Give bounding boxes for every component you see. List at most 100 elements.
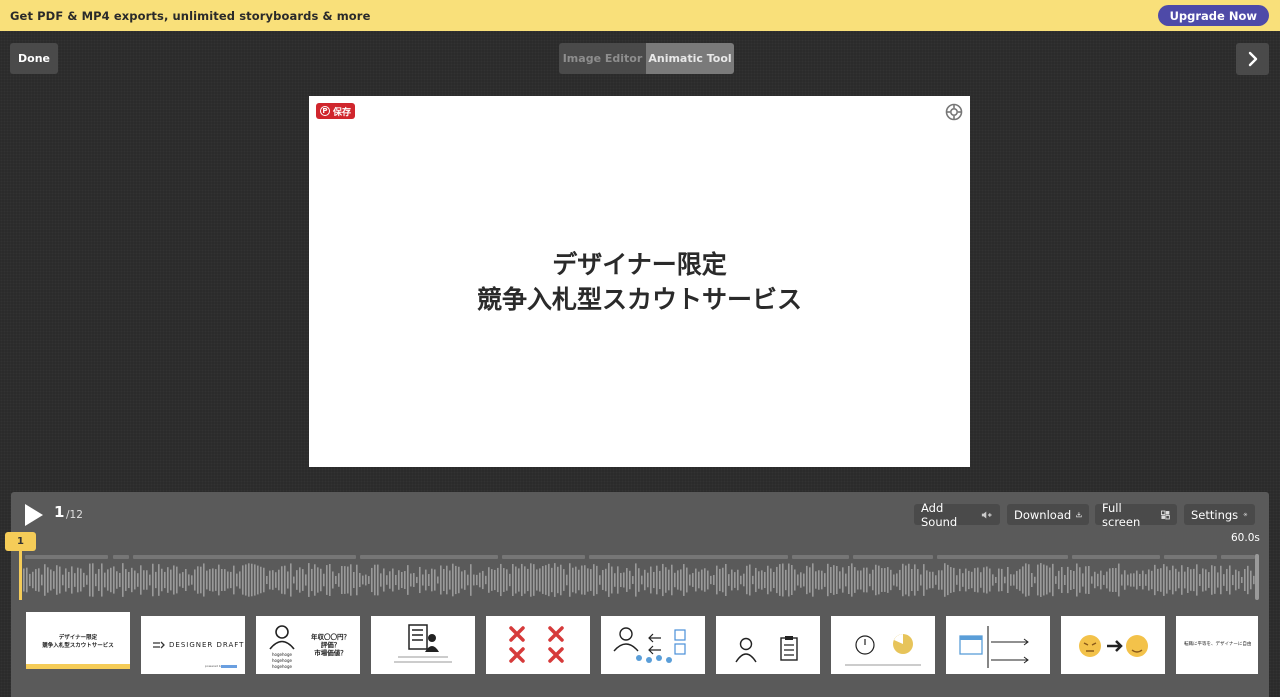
waveform-bar xyxy=(1085,566,1087,594)
waveform-bar xyxy=(596,565,598,595)
waveform-bar xyxy=(1097,573,1099,587)
waveform-bar xyxy=(956,575,958,585)
track-end-handle[interactable] xyxy=(1255,554,1259,600)
stopwatch-pie-icon xyxy=(855,634,913,655)
thumbnail-frame-6[interactable] xyxy=(601,616,705,674)
waveform-bar xyxy=(1232,574,1234,586)
waveform-bar xyxy=(467,574,469,586)
waveform-bar xyxy=(176,566,178,594)
upgrade-now-button[interactable]: Upgrade Now xyxy=(1157,5,1269,26)
question-evaluation: 評価？ xyxy=(320,641,341,649)
waveform-bar xyxy=(464,570,466,590)
waveform-bar xyxy=(1172,565,1174,595)
frame-segment[interactable] xyxy=(1164,555,1217,559)
waveform-bar xyxy=(383,568,385,592)
waveform-bar xyxy=(206,570,208,590)
waveform-bar xyxy=(410,573,412,587)
waveform-bar xyxy=(122,563,124,597)
done-button[interactable]: Done xyxy=(10,43,58,74)
waveform-bar xyxy=(470,564,472,596)
waveform-bar xyxy=(743,573,745,587)
frame-segment[interactable] xyxy=(502,555,585,559)
tab-animatic-tool[interactable]: Animatic Tool xyxy=(646,43,734,74)
crosshair-icon[interactable] xyxy=(945,103,963,121)
promo-banner: Get PDF & MP4 exports, unlimited storybo… xyxy=(0,0,1280,31)
frame-segment[interactable] xyxy=(937,555,1068,559)
waveform-bar xyxy=(545,565,547,595)
waveform-bar xyxy=(563,569,565,591)
speaker-plus-icon xyxy=(981,510,992,519)
waveform-bar xyxy=(839,571,841,589)
waveform-bar xyxy=(491,569,493,591)
frame-segment[interactable] xyxy=(360,555,498,559)
waveform-bar xyxy=(317,567,319,593)
thumbnail-frame-1[interactable]: デザイナー限定 競争入札型スカウトサービス xyxy=(26,612,130,669)
pinterest-save-button[interactable]: P 保存 xyxy=(316,103,356,119)
waveform-bar xyxy=(365,574,367,586)
waveform-bar xyxy=(809,567,811,593)
thumbnail-frame-11[interactable]: 転職に平等を、デザイナーに自由 xyxy=(1176,616,1258,674)
waveform-bar xyxy=(116,571,118,589)
waveform-bar xyxy=(1166,566,1168,594)
waveform-bar xyxy=(1145,574,1147,586)
waveform-bar xyxy=(614,573,616,587)
frame-segment[interactable] xyxy=(589,555,788,559)
waveform-bar xyxy=(560,564,562,596)
waveform-bar xyxy=(752,575,754,585)
thumbnail-frame-4[interactable] xyxy=(371,616,475,674)
waveform-bar xyxy=(356,564,358,596)
waveform-bar xyxy=(824,573,826,587)
waveform-bar xyxy=(635,563,637,597)
waveform-bar xyxy=(56,565,58,595)
frame-segment[interactable] xyxy=(25,555,108,559)
fullscreen-button[interactable]: Full screen xyxy=(1095,501,1177,529)
waveform-bar xyxy=(1241,576,1243,584)
download-button[interactable]: Download xyxy=(1007,504,1089,525)
tab-image-editor[interactable]: Image Editor xyxy=(559,43,646,74)
waveform-bar xyxy=(1103,575,1105,585)
waveform-bar xyxy=(155,571,157,589)
storyboard-canvas[interactable]: P 保存 デザイナー限定 競争入札型スカウトサービス xyxy=(309,96,970,467)
slide-text-lines xyxy=(394,661,452,663)
frame-segment[interactable] xyxy=(1072,555,1160,559)
waveform-bar xyxy=(83,572,85,588)
play-icon[interactable] xyxy=(24,503,44,527)
waveform-bar xyxy=(125,569,127,591)
waveform-bar xyxy=(1028,564,1030,596)
waveform-bar xyxy=(827,563,829,597)
waveform-bar xyxy=(131,567,133,593)
waveform-bar xyxy=(1124,570,1126,590)
thumbnail-frame-7[interactable] xyxy=(716,616,820,674)
waveform-bar xyxy=(671,564,673,596)
waveform-bar xyxy=(1109,568,1111,592)
waveform-bar xyxy=(893,574,895,586)
settings-button[interactable]: Settings xyxy=(1184,504,1255,525)
playhead-marker[interactable]: 1 xyxy=(5,532,36,551)
playhead-line[interactable] xyxy=(19,550,22,600)
next-button[interactable] xyxy=(1236,43,1269,75)
thumbnail-frame-9[interactable] xyxy=(946,616,1050,674)
add-sound-button[interactable]: Add Sound xyxy=(914,501,1000,529)
waveform-bar xyxy=(140,565,142,595)
waveform-bar xyxy=(182,572,184,588)
waveform-bar xyxy=(632,576,634,584)
frame-segment[interactable] xyxy=(792,555,849,559)
thumbnail-frame-8[interactable] xyxy=(831,616,935,674)
waveform-bar xyxy=(941,570,943,590)
waveform-bar xyxy=(422,574,424,586)
waveform-bar xyxy=(164,571,166,589)
thumbnail-frame-2[interactable]: DESIGNER DRAFT powered by xyxy=(141,616,245,674)
waveform-bar xyxy=(935,575,937,585)
frame-segment[interactable] xyxy=(113,555,129,559)
thumbnail-frame-5[interactable] xyxy=(486,616,590,674)
thumbnail-frame-3[interactable]: 年収〇〇円？ 評価？ 市場価値？ hogehoge hogehoge hogeh… xyxy=(256,616,360,674)
frame-segment[interactable] xyxy=(1221,555,1255,559)
frame-segment[interactable] xyxy=(133,555,356,559)
waveform-bar xyxy=(332,571,334,589)
waveform-bar xyxy=(836,566,838,594)
thumbnail-frame-10[interactable] xyxy=(1061,616,1165,674)
audio-waveform[interactable] xyxy=(23,562,1259,598)
waveform-bar xyxy=(227,571,229,589)
frame-segment[interactable] xyxy=(853,555,933,559)
waveform-bar xyxy=(779,564,781,596)
